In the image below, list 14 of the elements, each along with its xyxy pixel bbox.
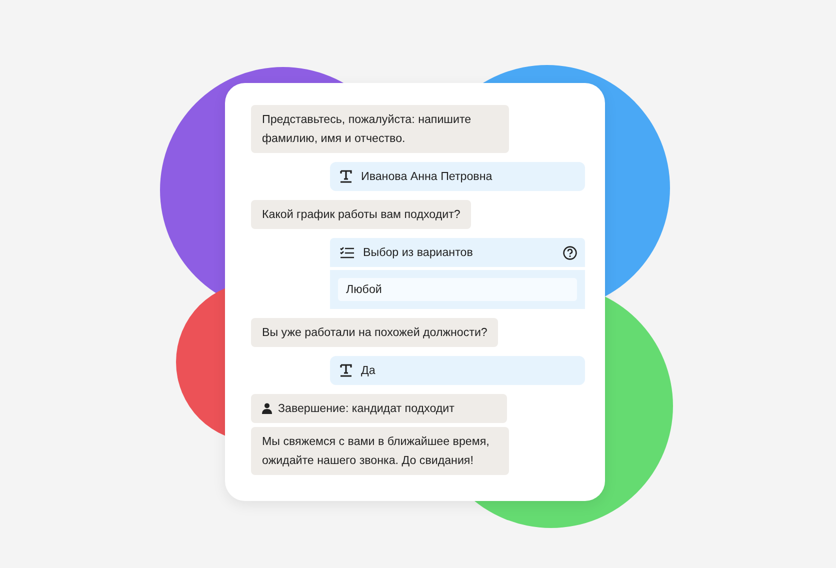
help-icon[interactable] (563, 246, 577, 260)
bot-message: Какой график работы вам подходит? (251, 200, 472, 229)
bot-message: Представьтесь, пожалуйста: напишите фамилию, имя и отчество. (251, 105, 509, 153)
checklist-icon (340, 246, 354, 258)
bot-message: Вы уже работали на похожей должности? (251, 318, 498, 347)
choice-title: Выбор из вариантов (363, 245, 474, 261)
bot-message: Мы свяжемся с вами в ближайшее время, ожидайте нашего звонка. До свидания! (251, 427, 509, 475)
text-icon (340, 170, 352, 183)
end-title: Завершение: кандидат подходит (278, 401, 454, 417)
option-field[interactable]: Любой (338, 278, 577, 301)
answer-text: Иванова Анна Петровна (361, 169, 492, 185)
person-icon (262, 403, 272, 414)
text-icon (340, 364, 352, 377)
answer-text: Да (361, 363, 376, 379)
